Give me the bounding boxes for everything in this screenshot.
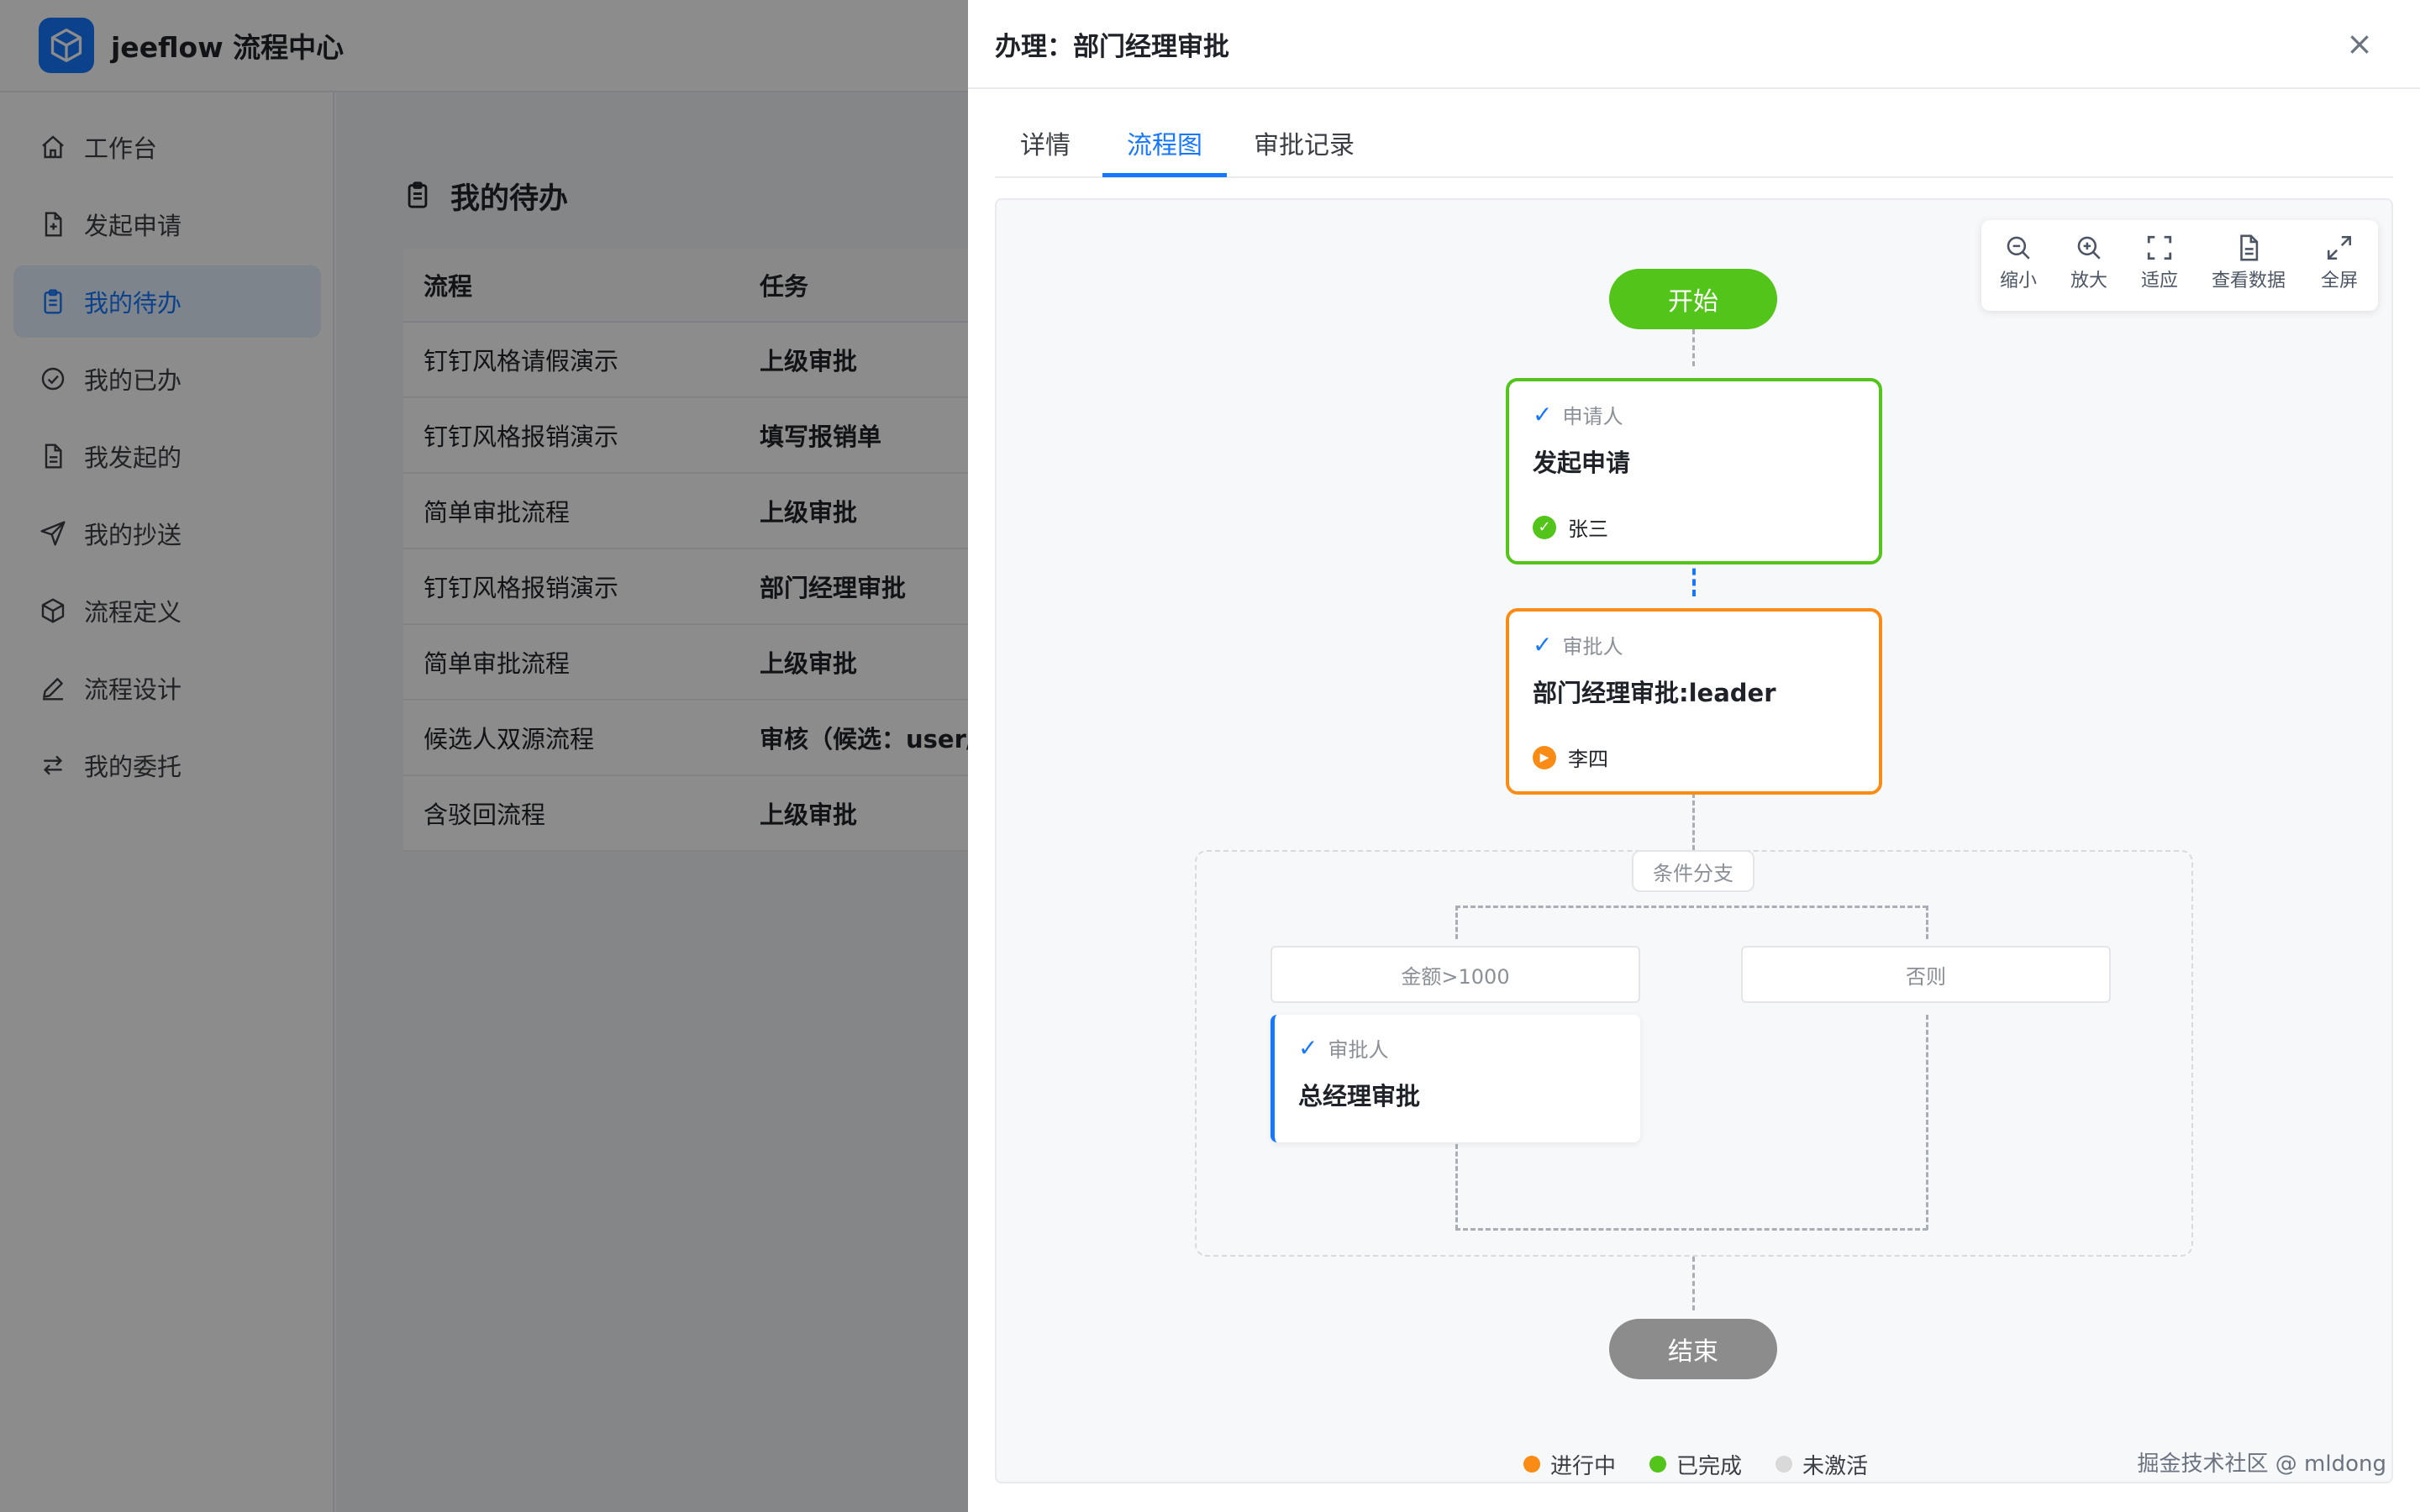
fit-label: 适应 [2141,270,2179,291]
flow-canvas[interactable]: 缩小 放大 适应 查看数据 全屏 开始 ✓ 申请人 发起申请 ✓ 张三 ✓ 审批… [995,198,2393,1483]
view-data-label: 查看数据 [2212,270,2286,291]
fullscreen-button[interactable]: 全屏 [2321,234,2358,292]
connector-line [1692,793,1695,850]
end-node[interactable]: 结束 [1609,1319,1777,1379]
active-tab-indicator [1102,173,1227,177]
legend-dot [1649,1456,1666,1473]
node-role-label: 审批人 [1562,635,1623,659]
legend-label: 已完成 [1676,1453,1742,1479]
close-icon: × [2346,25,2373,62]
condition-amount[interactable]: 金额>1000 [1270,946,1640,1003]
fit-screen-icon [2147,235,2172,260]
legend-dot [1776,1456,1792,1473]
tab-flowchart[interactable]: 流程图 [1102,124,1227,178]
connector-line [1692,1257,1695,1310]
check-icon: ✓ [1533,401,1553,428]
node-role-label: 申请人 [1562,405,1623,428]
branch-line [1926,906,1928,939]
legend-item-completed: 已完成 [1649,1449,1742,1480]
branch-line [1926,1015,1928,1230]
node-role: ✓ 审批人 [1533,630,1623,659]
tab-approval-records[interactable]: 审批记录 [1252,124,1356,178]
node-name: 部门经理审批:leader [1533,679,1776,707]
fullscreen-label: 全屏 [2321,270,2359,291]
flow-node-dept-manager[interactable]: ✓ 审批人 部门经理审批:leader ▶ 李四 [1506,608,1882,795]
zoom-in-label: 放大 [2070,270,2108,291]
check-icon: ✓ [1298,1034,1318,1062]
zoom-in-button[interactable]: 放大 [2070,234,2107,292]
flow-node-apply[interactable]: ✓ 申请人 发起申请 ✓ 张三 [1506,378,1882,564]
in-progress-play-icon: ▶ [1533,745,1556,769]
completed-check-icon: ✓ [1533,515,1556,539]
expand-icon [2327,235,2352,260]
legend-item-in-progress: 进行中 [1523,1449,1616,1480]
task-drawer: 办理：部门经理审批 × 详情 流程图 审批记录 缩小 放大 适应 查看数据 全屏… [968,0,2420,1512]
node-name: 总经理审批 [1298,1082,1421,1110]
flow-node-general-manager[interactable]: ✓ 审批人 总经理审批 [1270,1015,1640,1142]
branch-line [1455,1144,1458,1230]
watermark: 掘金技术社区 @ mldong [2137,1452,2386,1477]
close-button[interactable]: × [2341,25,2378,62]
flow-toolbox: 缩小 放大 适应 查看数据 全屏 [1981,220,2378,311]
branch-line [1455,906,1458,939]
condition-else[interactable]: 否则 [1741,946,2111,1003]
legend-label: 未激活 [1802,1453,1869,1479]
check-icon: ✓ [1533,631,1553,659]
connector-line [1692,329,1695,366]
node-assignee: ▶ 李四 [1533,743,1608,772]
node-role: ✓ 申请人 [1533,400,1623,429]
assignee-name: 张三 [1568,517,1608,541]
drawer-tabs: 详情 流程图 审批记录 [995,116,2393,178]
zoom-out-icon [2007,236,2030,260]
fit-button[interactable]: 适应 [2141,234,2178,292]
assignee-name: 李四 [1568,748,1608,771]
tab-details[interactable]: 详情 [1020,124,1071,178]
legend-item-inactive: 未激活 [1776,1449,1868,1480]
drawer-title: 办理：部门经理审批 [995,31,1229,62]
branch-bottom-line [1455,1228,1928,1231]
zoom-in-icon [2077,236,2101,260]
condition-branch-tag[interactable]: 条件分支 [1632,850,1754,892]
branch-top-line [1455,906,1928,908]
view-data-button[interactable]: 查看数据 [2212,234,2286,292]
zoom-out-label: 缩小 [2000,270,2038,291]
node-role: ✓ 审批人 [1298,1033,1388,1063]
legend-label: 进行中 [1549,1453,1616,1479]
file-text-icon [2240,234,2259,261]
drawer-header: 办理：部门经理审批 × [968,0,2420,89]
node-name: 发起申请 [1533,449,1631,477]
node-assignee: ✓ 张三 [1533,512,1608,542]
node-role-label: 审批人 [1328,1038,1389,1062]
start-node[interactable]: 开始 [1609,269,1777,329]
zoom-out-button[interactable]: 缩小 [2000,234,2037,292]
legend-dot [1523,1456,1540,1473]
